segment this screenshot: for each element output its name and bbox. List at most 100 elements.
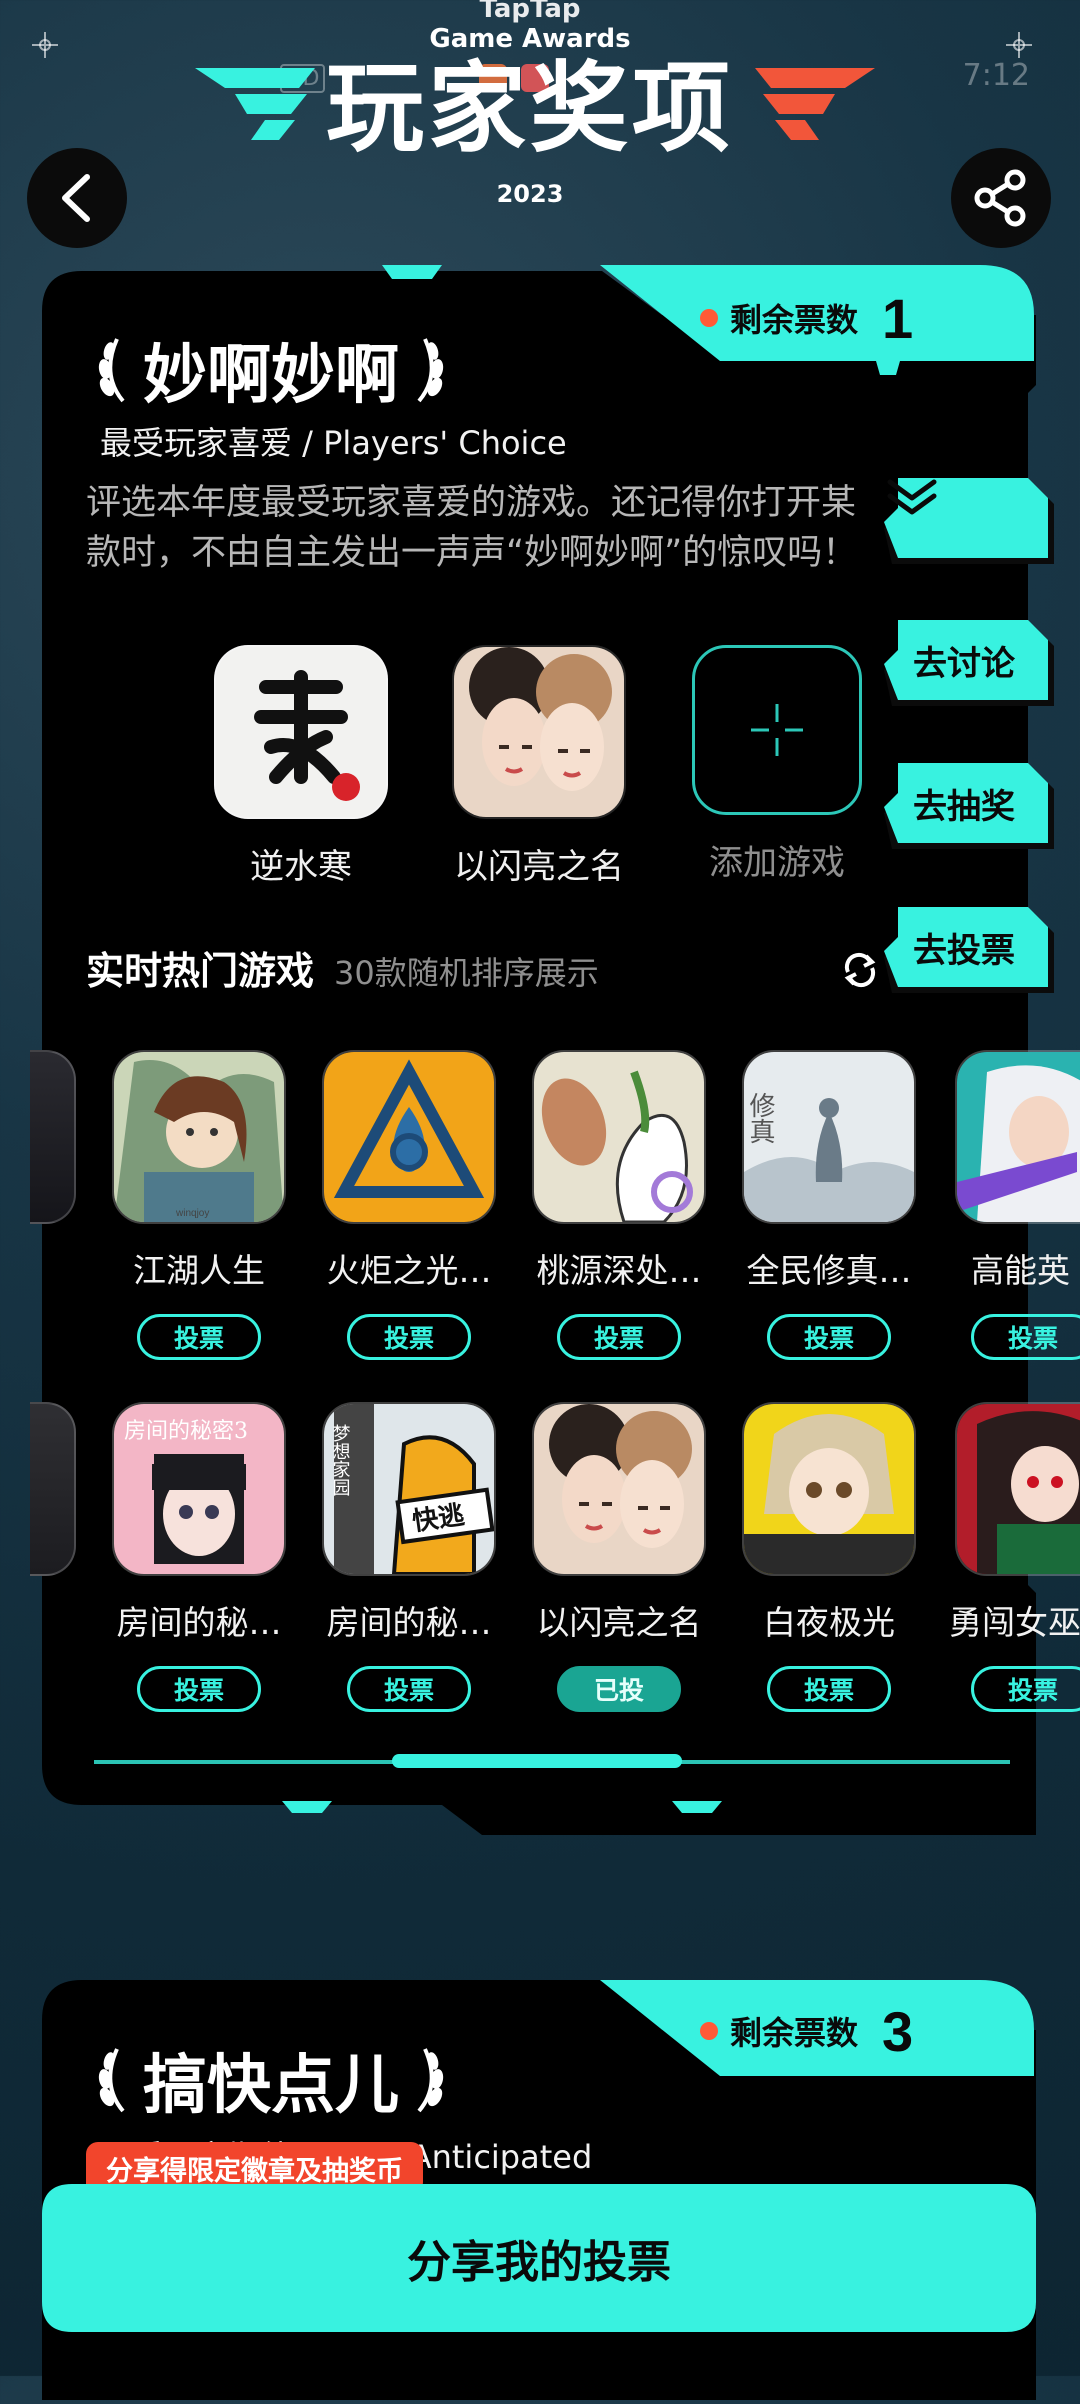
game-icon-jianghurensheng: winqjoy	[112, 1050, 286, 1224]
back-button[interactable]	[27, 148, 127, 248]
collapse-button[interactable]	[884, 478, 1054, 566]
discuss-button[interactable]: 去讨论	[884, 620, 1054, 706]
remaining-votes: 剩余票数 3	[700, 1988, 1030, 2074]
lottery-button[interactable]: 去抽奖	[884, 763, 1054, 849]
game-icon-fangjian3: 房间的秘密3	[112, 1402, 286, 1576]
orange-dot-icon	[700, 309, 718, 327]
share-my-votes-label: 分享我的投票	[407, 2237, 671, 2288]
hot-game-icon-partial[interactable]	[30, 1402, 76, 1576]
remaining-votes-label: 剩余票数	[730, 2014, 859, 2052]
hot-game-name: 勇闯女巫	[949, 1603, 1080, 1642]
wing-right-icon	[755, 68, 875, 140]
game-icon-fangjian-kuaitao: 梦想家园 快逃	[322, 1402, 496, 1576]
vote-button[interactable]: 投票	[347, 1314, 471, 1360]
thumb-text-xiuzhen: 修真	[745, 1092, 775, 1144]
vote-button[interactable]: 投票	[557, 1314, 681, 1360]
game-icon-huojuzhiguang	[322, 1050, 496, 1224]
horizontal-scroll-thumb[interactable]	[392, 1754, 682, 1768]
voted-button[interactable]: 已投	[557, 1666, 681, 1712]
hot-games-subtitle: 30款随机排序展示	[334, 954, 599, 992]
lottery-label: 去抽奖	[913, 786, 1015, 827]
share-icon	[974, 169, 1026, 227]
hot-game-name: 以闪亮之名	[536, 1603, 702, 1642]
hot-game-name: 全民修真…	[746, 1251, 912, 1290]
remaining-votes: 剩余票数 1	[700, 275, 1030, 361]
discuss-label: 去讨论	[913, 643, 1015, 684]
share-my-votes-button[interactable]: 分享我的投票	[42, 2184, 1036, 2332]
hot-game-card[interactable]: 火炬之光… 投票	[319, 1050, 499, 1360]
thumb-text-fangjian3: 房间的秘密3	[124, 1419, 248, 1444]
vote-button[interactable]: 投票	[347, 1666, 471, 1712]
hot-game-name: 房间的秘…	[326, 1603, 492, 1642]
go-vote-label: 去投票	[913, 930, 1015, 971]
brand-taptap: TapTap	[479, 0, 581, 24]
hot-game-card[interactable]: 桃源深处… 投票	[529, 1050, 709, 1360]
hot-game-name: 白夜极光	[763, 1603, 895, 1642]
hot-game-name: 桃源深处…	[536, 1251, 702, 1290]
hot-game-card[interactable]: 高能英 投票	[949, 1050, 1080, 1360]
game-icon-baiyejiguang	[742, 1402, 916, 1576]
laurel-right-icon	[417, 338, 444, 403]
vote-button[interactable]: 投票	[767, 1666, 891, 1712]
selected-game-name: 以闪亮之名	[454, 847, 624, 887]
hot-game-name: 高能英	[971, 1251, 1070, 1290]
remaining-votes-label: 剩余票数	[730, 301, 859, 339]
add-game-slot[interactable]: 添加游戏	[690, 645, 864, 884]
selected-game[interactable]: 逆水寒	[214, 645, 388, 888]
game-icon-yishanliang	[532, 1402, 706, 1576]
game-icon-nishuihan	[214, 645, 388, 819]
event-brand: TapTap Game Awards	[0, 0, 1060, 54]
laurel-right-icon	[417, 2048, 444, 2113]
laurel-left-icon	[98, 338, 125, 403]
share-page-button[interactable]	[951, 148, 1051, 248]
game-icon-yishanliang	[452, 645, 626, 819]
game-icon-taoyuan	[532, 1050, 706, 1224]
selected-game-name: 逆水寒	[250, 847, 352, 887]
hot-game-icon-partial[interactable]	[30, 1050, 76, 1224]
award-title: 搞快点儿	[95, 2035, 447, 2125]
thumb-watermark: winqjoy	[175, 1208, 209, 1219]
orange-dot-icon	[700, 2022, 718, 2040]
award-subtitle: 最受玩家喜爱 / Players' Choice	[100, 424, 567, 462]
award-name: 搞快点儿	[143, 2049, 399, 2123]
hot-game-card[interactable]: 梦想家园 快逃 房间的秘… 投票	[319, 1402, 499, 1712]
selected-game[interactable]: 以闪亮之名	[452, 645, 626, 888]
game-icon-yongchuangnvwu	[955, 1402, 1080, 1576]
refresh-icon[interactable]	[840, 950, 880, 990]
hot-games-header: 实时热门游戏 30款随机排序展示	[86, 940, 599, 995]
laurel-left-icon	[98, 2048, 125, 2113]
vote-button[interactable]: 投票	[971, 1314, 1080, 1360]
remaining-votes-count: 1	[882, 286, 914, 350]
award-title: 妙啊妙啊	[95, 325, 447, 415]
page-title: 玩家奖项	[325, 52, 734, 166]
vote-button[interactable]: 投票	[137, 1314, 261, 1360]
crosshair-icon	[32, 32, 58, 58]
hot-game-card[interactable]: winqjoy 江湖人生 投票	[109, 1050, 289, 1360]
brand-awards: Game Awards	[429, 24, 631, 54]
game-icon-gaonengyingxiong	[955, 1050, 1080, 1224]
add-game-label: 添加游戏	[709, 843, 845, 883]
hot-game-name: 江湖人生	[133, 1251, 265, 1290]
hot-game-card[interactable]: 修真 全民修真… 投票	[739, 1050, 919, 1360]
hot-game-card[interactable]: 白夜极光 投票	[739, 1402, 919, 1712]
event-year: 2023	[496, 180, 564, 208]
award-description: 评选本年度最受玩家喜爱的游戏。还记得你打开某款时，不由自主发出一声声“妙啊妙啊”…	[86, 483, 858, 573]
vote-button[interactable]: 投票	[137, 1666, 261, 1712]
chevron-left-icon	[62, 174, 90, 222]
hot-game-name: 房间的秘…	[116, 1603, 282, 1642]
hot-game-card[interactable]: 房间的秘密3 房间的秘… 投票	[109, 1402, 289, 1712]
thumb-text-mengxiang: 梦想家园	[330, 1424, 351, 1496]
hot-game-card[interactable]: 以闪亮之名 已投	[529, 1402, 709, 1712]
remaining-votes-count: 3	[882, 1999, 914, 2063]
award-name: 妙啊妙啊	[143, 339, 399, 413]
hot-game-name: 火炬之光…	[326, 1251, 492, 1290]
vote-button[interactable]: 投票	[971, 1666, 1080, 1712]
vote-button[interactable]: 投票	[767, 1314, 891, 1360]
add-icon	[692, 645, 862, 815]
game-icon-quanminxiuzhen: 修真	[742, 1050, 916, 1224]
go-vote-button[interactable]: 去投票	[884, 907, 1054, 993]
hot-game-card[interactable]: 勇闯女巫 投票	[949, 1402, 1080, 1712]
crosshair-icon	[1006, 32, 1032, 58]
double-chevron-down-icon	[884, 478, 1044, 558]
hot-games-title: 实时热门游戏	[86, 949, 315, 993]
